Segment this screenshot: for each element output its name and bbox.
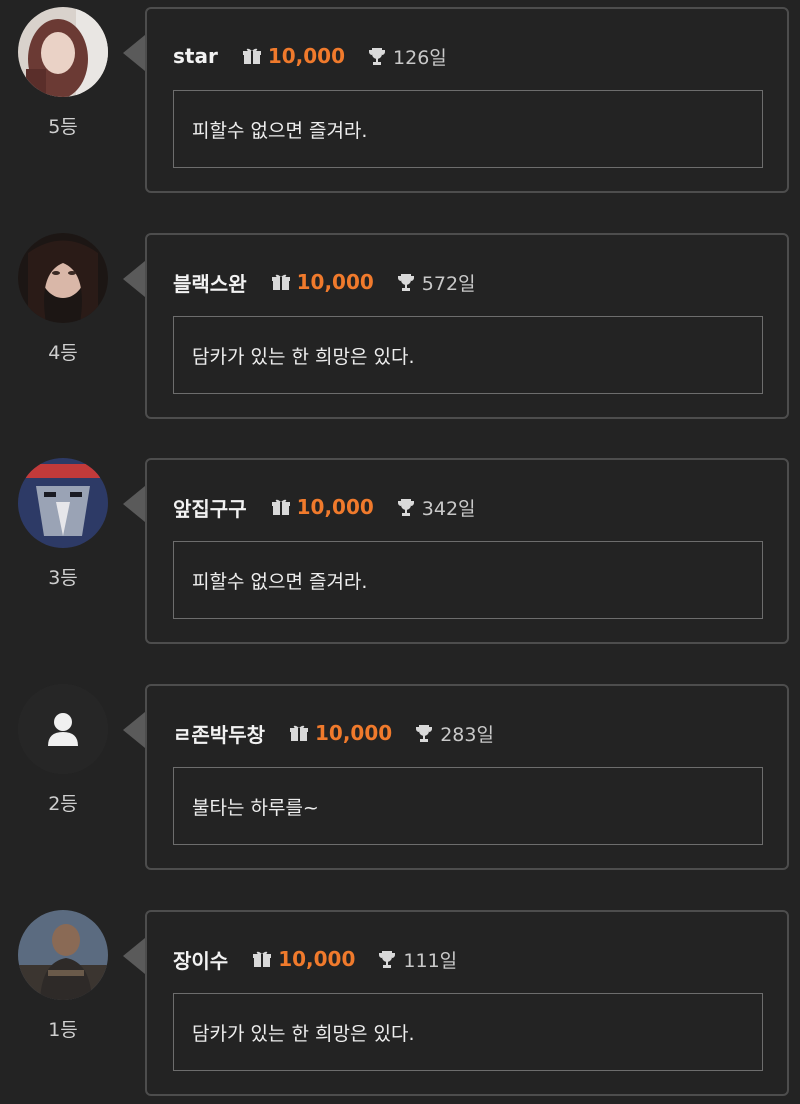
rank-label: 4등 (48, 342, 78, 364)
gift-icon (271, 499, 290, 515)
ranking-entry: 5등 star 10,000 126일 피할수 없으면 즐겨라. (0, 0, 800, 193)
days-count: 342일 (421, 497, 476, 520)
message-text: 담카가 있는 한 희망은 있다. (173, 993, 763, 1071)
rank-label: 3등 (48, 567, 78, 589)
rank-label: 1등 (48, 1019, 78, 1041)
trophy-icon (397, 274, 414, 291)
nickname[interactable]: 장이수 (173, 945, 228, 974)
message-card: 블랙스완 10,000 572일 담카가 있는 한 희망은 있다. (145, 233, 789, 419)
message-card: 장이수 10,000 111일 담카가 있는 한 희망은 있다. (145, 910, 789, 1096)
entry-meta: 장이수 10,000 111일 (173, 942, 457, 976)
gift-amount: 10,000 (267, 44, 346, 68)
gift-amount: 10,000 (278, 947, 356, 971)
card-pointer (123, 261, 145, 297)
nickname[interactable]: 앞집구구 (173, 493, 247, 522)
gift-amount: 10,000 (315, 721, 393, 745)
avatar[interactable] (18, 7, 108, 97)
entry-meta: ㄹ존박두창 10,000 283일 (173, 716, 494, 750)
nickname[interactable]: 블랙스완 (173, 268, 247, 297)
gift-amount: 10,000 (296, 270, 374, 294)
days-count: 283일 (440, 723, 494, 746)
card-pointer (123, 486, 145, 522)
trophy-icon (379, 951, 396, 968)
gift-icon (253, 951, 272, 967)
ranking-entry: 1등 장이수 10,000 111일 담카가 있는 한 희망은 있다. (0, 903, 800, 1096)
gift-icon (290, 725, 308, 741)
gift-amount: 10,000 (296, 495, 374, 519)
message-text: 불타는 하루를~ (173, 767, 763, 845)
days-count: 126일 (393, 46, 447, 69)
message-text: 담카가 있는 한 희망은 있다. (173, 316, 763, 394)
days-count: 111일 (403, 949, 458, 972)
rank-label: 2등 (48, 793, 78, 815)
nickname[interactable]: ㄹ존박두창 (173, 719, 265, 748)
ranking-entry: 3등 앞집구구 10,000 342일 피할수 없으면 즐겨라. (0, 451, 800, 644)
avatar[interactable] (18, 458, 108, 548)
trophy-icon (416, 725, 433, 742)
trophy-icon (397, 499, 414, 516)
avatar[interactable] (18, 684, 108, 774)
ranking-entry: 4등 블랙스완 10,000 572일 담카가 있는 한 희망은 있다. (0, 226, 800, 419)
entry-meta: star 10,000 126일 (173, 39, 447, 73)
ranking-list: 5등 star 10,000 126일 피할수 없으면 즐겨라. 4등 블랙스완… (0, 0, 800, 1104)
avatar[interactable] (18, 233, 108, 323)
message-card: ㄹ존박두창 10,000 283일 불타는 하루를~ (145, 684, 789, 870)
message-card: star 10,000 126일 피할수 없으면 즐겨라. (145, 7, 789, 193)
entry-meta: 앞집구구 10,000 342일 (173, 490, 476, 524)
days-count: 572일 (421, 272, 476, 295)
card-pointer (123, 35, 145, 71)
trophy-icon (369, 48, 386, 65)
gift-icon (242, 48, 261, 64)
message-card: 앞집구구 10,000 342일 피할수 없으면 즐겨라. (145, 458, 789, 644)
avatar[interactable] (18, 910, 108, 1000)
card-pointer (123, 938, 145, 974)
entry-meta: 블랙스완 10,000 572일 (173, 265, 476, 299)
message-text: 피할수 없으면 즐겨라. (173, 90, 763, 168)
card-pointer (123, 712, 145, 748)
nickname[interactable]: star (173, 44, 218, 68)
message-text: 피할수 없으면 즐겨라. (173, 541, 763, 619)
gift-icon (271, 274, 290, 290)
rank-label: 5등 (48, 116, 78, 138)
ranking-entry: 2등 ㄹ존박두창 10,000 283일 불타는 하루를~ (0, 677, 800, 870)
